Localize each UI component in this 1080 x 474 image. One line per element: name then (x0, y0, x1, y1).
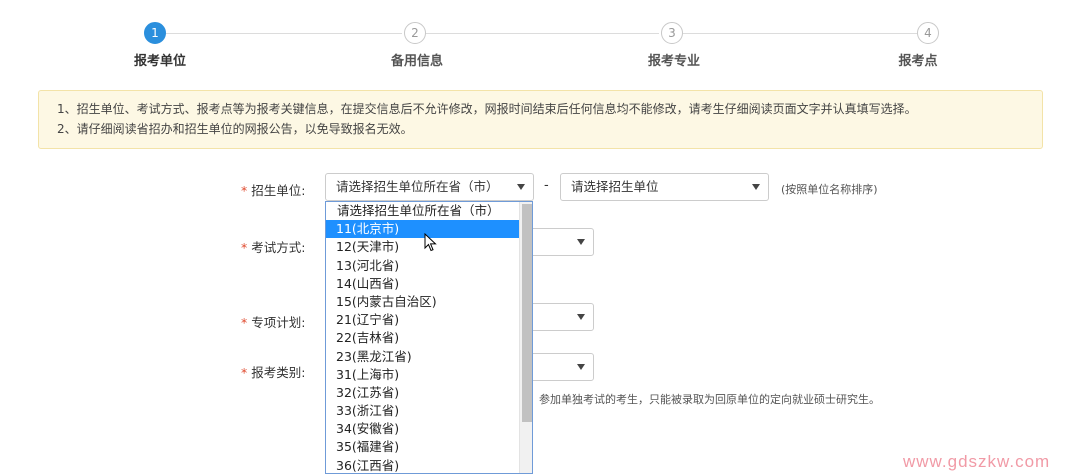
dropdown-option-highlighted[interactable]: 11(北京市) (326, 220, 519, 239)
category-hint: 两种。参加单独考试的考生，只能被录取为回原单位的定向就业硕士研究生。 (506, 393, 880, 406)
dropdown-option[interactable]: 33(浙江省) (326, 402, 519, 420)
dropdown-option[interactable]: 12(天津市) (326, 238, 519, 256)
dropdown-scrollbar[interactable] (519, 202, 532, 473)
chevron-down-icon (752, 184, 760, 190)
exam-method-label: * 考试方式: (241, 237, 305, 256)
special-plan-label-text: 专项计划: (251, 315, 306, 330)
unit-label-text: 招生单位: (251, 183, 306, 198)
chevron-down-icon (577, 364, 585, 370)
separator-dash: - (544, 178, 549, 193)
required-marker: * (241, 183, 248, 198)
dropdown-option[interactable]: 22(吉林省) (326, 329, 519, 347)
step-2-indicator: 2 (404, 22, 426, 44)
step-connector (166, 33, 402, 34)
unit-select-value: 请选择招生单位 (571, 179, 659, 194)
stepper: 1 报考单位 2 备用信息 3 报考专业 4 报考点 (0, 0, 1080, 80)
dropdown-option[interactable]: 15(内蒙古自治区) (326, 293, 519, 311)
chevron-down-icon (577, 239, 585, 245)
step-1-label: 报考单位 (133, 54, 187, 69)
chevron-down-icon (577, 314, 585, 320)
dropdown-option[interactable]: 请选择招生单位所在省（市） (326, 202, 519, 220)
exam-method-label-text: 考试方式: (251, 240, 306, 255)
unit-label: * 招生单位: (241, 180, 305, 199)
dropdown-option[interactable]: 21(辽宁省) (326, 311, 519, 329)
dropdown-options: 请选择招生单位所在省（市） 11(北京市) 12(天津市) 13(河北省) 14… (326, 202, 519, 473)
dropdown-option[interactable]: 36(江西省) (326, 457, 519, 473)
step-connector (426, 33, 659, 34)
step-4-indicator: 4 (917, 22, 939, 44)
required-marker: * (241, 365, 248, 380)
dropdown-option[interactable]: 32(江苏省) (326, 384, 519, 402)
step-2-label: 备用信息 (390, 54, 444, 69)
dropdown-option[interactable]: 35(福建省) (326, 438, 519, 456)
step-3-indicator: 3 (661, 22, 683, 44)
notice-line-2: 2、请仔细阅读省招办和招生单位的网报公告，以免导致报名无效。 (57, 122, 413, 136)
scrollbar-thumb[interactable] (522, 204, 532, 422)
dropdown-option[interactable]: 13(河北省) (326, 257, 519, 275)
unit-hint: (按照单位名称排序) (781, 183, 878, 196)
step-1-indicator: 1 (144, 22, 166, 44)
dropdown-option[interactable]: 23(黑龙江省) (326, 348, 519, 366)
dropdown-option[interactable]: 31(上海市) (326, 366, 519, 384)
required-marker: * (241, 315, 248, 330)
step-4-label: 报考点 (898, 54, 938, 69)
step-connector (683, 33, 917, 34)
category-label: * 报考类别: (241, 362, 305, 381)
special-plan-label: * 专项计划: (241, 312, 305, 331)
chevron-down-icon (517, 184, 525, 190)
province-select-value: 请选择招生单位所在省（市） (336, 179, 499, 194)
watermark: www.gdszkw.com (903, 452, 1051, 471)
category-label-text: 报考类别: (251, 365, 306, 380)
mouse-cursor-icon (424, 233, 437, 252)
unit-select[interactable]: 请选择招生单位 (560, 173, 769, 201)
province-select[interactable]: 请选择招生单位所在省（市） (325, 173, 534, 201)
dropdown-option[interactable]: 34(安徽省) (326, 420, 519, 438)
notice-line-1: 1、招生单位、考试方式、报考点等为报考关键信息，在提交信息后不允许修改，网报时间… (57, 102, 917, 116)
notice-box: 1、招生单位、考试方式、报考点等为报考关键信息，在提交信息后不允许修改，网报时间… (38, 90, 1043, 149)
required-marker: * (241, 240, 248, 255)
step-3-label: 报考专业 (647, 54, 701, 69)
dropdown-option[interactable]: 14(山西省) (326, 275, 519, 293)
